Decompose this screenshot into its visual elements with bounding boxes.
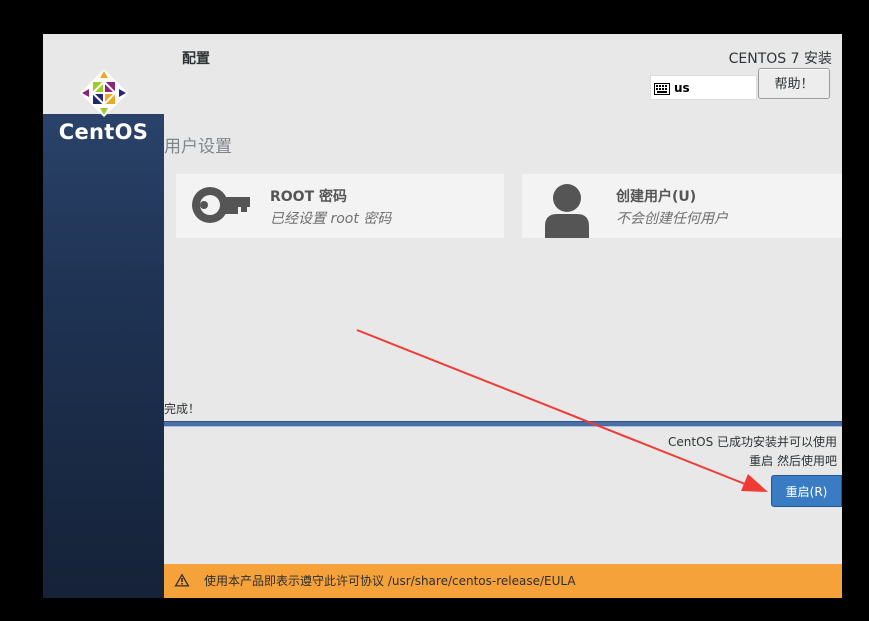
keyboard-layout-indicator[interactable]: us (650, 75, 757, 100)
spoke-title: ROOT 密码 (270, 189, 348, 205)
user-icon (545, 184, 589, 238)
help-button[interactable]: 帮助！ (758, 68, 830, 99)
eula-text: 使用本产品即表示遵守此许可协议 /usr/share/centos-releas… (204, 574, 576, 588)
page-title: 配置 (182, 51, 210, 67)
create-user-spoke[interactable]: 创建用户(U) 不会创建任何用户 (522, 174, 842, 238)
spoke-status: 不会创建任何用户 (616, 211, 728, 227)
reboot-button[interactable]: 重启(R) (771, 475, 842, 507)
progress-bar (164, 421, 842, 427)
centos-logo-icon (80, 69, 128, 117)
brand-name: CentOS (58, 120, 149, 144)
main-panel: 配置 CENTOS 7 安装 us 帮助！ 用户设置 ROOT 密码 已经设置 … (164, 34, 842, 598)
sidebar: CentOS (43, 34, 164, 598)
spoke-title: 创建用户(U) (616, 189, 697, 205)
installer-window: CentOS 配置 CENTOS 7 安装 us 帮助！ 用户设置 ROOT 密… (43, 34, 842, 598)
spoke-status: 已经设置 root 密码 (270, 211, 392, 227)
reboot-hint: 重启 然后使用吧 (749, 454, 837, 468)
product-title: CENTOS 7 安装 (728, 51, 832, 67)
completion-message: CentOS 已成功安装并可以使用 (668, 435, 837, 449)
keyboard-layout-label: us (674, 81, 690, 95)
key-icon (192, 187, 250, 223)
warning-icon (174, 573, 190, 587)
section-user-settings: 用户设置 (164, 137, 232, 157)
root-password-spoke[interactable]: ROOT 密码 已经设置 root 密码 (176, 174, 504, 238)
keyboard-icon (654, 83, 670, 95)
progress-label: 完成！ (164, 402, 201, 416)
eula-warning-bar: 使用本产品即表示遵守此许可协议 /usr/share/centos-releas… (164, 564, 842, 598)
